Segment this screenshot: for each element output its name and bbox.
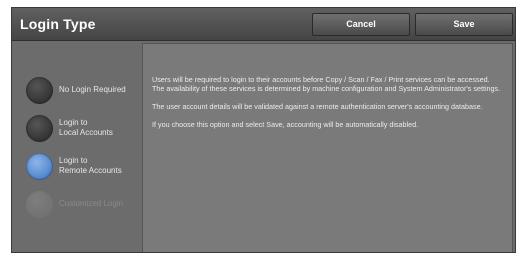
option-no-login-required[interactable]: No Login Required xyxy=(26,76,144,106)
option-label: Login to Remote Accounts xyxy=(59,156,122,175)
radio-button-selected[interactable] xyxy=(26,153,53,180)
radio-button[interactable] xyxy=(26,77,53,104)
option-label: Login to Local Accounts xyxy=(59,118,113,137)
cancel-button[interactable]: Cancel xyxy=(312,13,410,36)
save-button[interactable]: Save xyxy=(415,13,513,36)
login-type-screen: Login Type Cancel Save No Login Required… xyxy=(11,7,516,253)
description-paragraph: If you choose this option and select Sav… xyxy=(152,120,419,129)
option-login-to-local-accounts[interactable]: Login to Local Accounts xyxy=(26,114,144,144)
description-paragraph: Users will be required to login to their… xyxy=(152,75,501,93)
option-label: No Login Required xyxy=(59,85,126,94)
description-panel: Users will be required to login to their… xyxy=(142,43,513,252)
description-paragraph: The user account details will be validat… xyxy=(152,102,483,111)
radio-button-disabled xyxy=(26,191,53,218)
option-label: Customized Login xyxy=(59,199,124,208)
header-bar: Login Type Cancel Save xyxy=(12,8,515,41)
radio-button[interactable] xyxy=(26,115,53,142)
option-login-to-remote-accounts[interactable]: Login to Remote Accounts xyxy=(26,152,144,182)
option-customized-login: Customized Login xyxy=(26,190,144,220)
page-title: Login Type xyxy=(20,16,96,32)
login-type-options: No Login Required Login to Local Account… xyxy=(12,42,144,252)
